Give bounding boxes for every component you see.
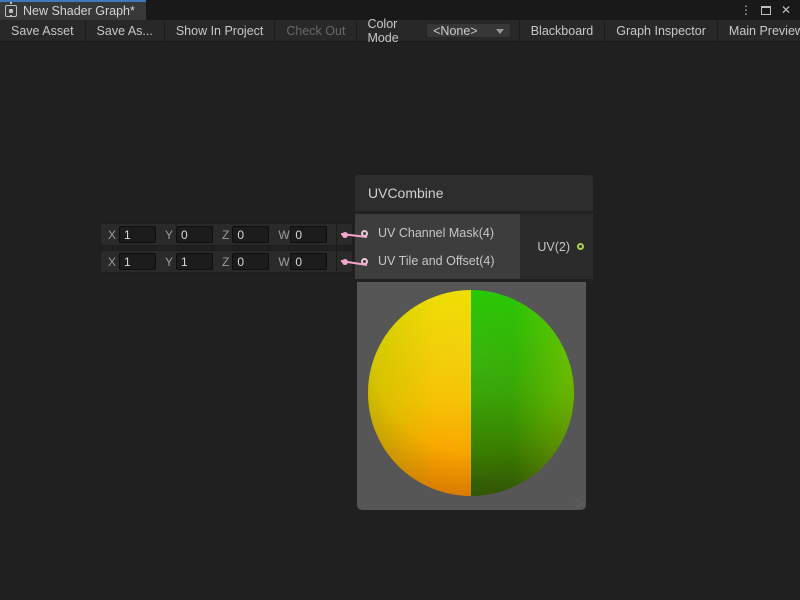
toolbar-right-group: Color Mode <None> Blackboard Graph Inspe… (357, 20, 800, 41)
sphere-shading-overlay (368, 290, 574, 496)
vector1-y-field[interactable] (176, 226, 213, 243)
input-port-icon-uv-channel-mask[interactable] (361, 230, 368, 237)
chevron-down-icon (496, 29, 504, 34)
vector2-output-port[interactable] (336, 251, 352, 272)
color-mode-selected-value: <None> (433, 24, 477, 38)
graph-inspector-toggle-button[interactable]: Graph Inspector (604, 20, 717, 41)
axis-label-w: W (278, 228, 287, 242)
node-input-section: UV Channel Mask(4) UV Tile and Offset(4) (355, 214, 520, 279)
node-title: UVCombine (368, 185, 443, 201)
tab-title: New Shader Graph* (23, 4, 135, 18)
tab-new-shader-graph[interactable]: New Shader Graph* (0, 0, 146, 20)
vector2-y-field[interactable] (176, 253, 213, 270)
axis-label-y: Y (165, 228, 173, 242)
input-port-label: UV Channel Mask(4) (378, 226, 494, 240)
color-mode-label: Color Mode (357, 20, 426, 41)
maximize-icon[interactable] (758, 2, 774, 18)
port-dot-icon (342, 259, 348, 265)
vector2-w-field[interactable] (290, 253, 327, 270)
vector1-output-port[interactable] (336, 224, 352, 245)
axis-label-w: W (278, 255, 287, 269)
input-port-row: UV Tile and Offset(4) (355, 247, 520, 275)
axis-label-z: Z (222, 228, 229, 242)
main-preview-toggle-button[interactable]: Main Preview (717, 20, 800, 41)
shader-graph-toolbar: Save Asset Save As... Show In Project Ch… (0, 20, 800, 42)
axis-label-z: Z (222, 255, 229, 269)
input-port-row: UV Channel Mask(4) (355, 219, 520, 247)
input-port-icon-uv-tile-offset[interactable] (361, 258, 368, 265)
vector2-x-field[interactable] (119, 253, 156, 270)
input-port-label: UV Tile and Offset(4) (378, 254, 495, 268)
vector2-z-field[interactable] (232, 253, 269, 270)
preview-resize-handle[interactable] (575, 499, 584, 508)
vector1-w-field[interactable] (290, 226, 327, 243)
graph-canvas[interactable]: X Y Z W X Y Z W UVCombine UV Channel Mas… (0, 42, 800, 599)
axis-label-x: X (108, 228, 116, 242)
vector1-z-field[interactable] (232, 226, 269, 243)
vector4-input-row-1: X Y Z W (100, 223, 353, 246)
blackboard-toggle-button[interactable]: Blackboard (519, 20, 605, 41)
show-in-project-button[interactable]: Show In Project (165, 20, 276, 41)
color-mode-dropdown[interactable]: <None> (426, 23, 511, 38)
check-out-button[interactable]: Check Out (275, 20, 357, 41)
port-dot-icon (342, 232, 348, 238)
window-menu-icon[interactable]: ⋮ (738, 2, 754, 18)
node-title-bar[interactable]: UVCombine (355, 175, 593, 214)
node-port-area: UV Channel Mask(4) UV Tile and Offset(4)… (355, 214, 593, 279)
save-as-button[interactable]: Save As... (86, 20, 165, 41)
axis-label-x: X (108, 255, 116, 269)
shader-preview-sphere (368, 290, 574, 496)
vector4-input-row-2: X Y Z W (100, 250, 353, 273)
node-preview-panel (357, 282, 586, 510)
output-port-icon-uv2[interactable] (577, 243, 584, 250)
close-icon[interactable]: ✕ (778, 2, 794, 18)
save-asset-button[interactable]: Save Asset (0, 20, 86, 41)
node-output-section: UV(2) (520, 214, 593, 279)
node-uvcombine[interactable]: UVCombine UV Channel Mask(4) UV Tile and… (355, 175, 593, 279)
axis-label-y: Y (165, 255, 173, 269)
maximize-glyph (761, 6, 771, 15)
vector1-x-field[interactable] (119, 226, 156, 243)
shader-graph-asset-icon (5, 5, 17, 17)
window-controls: ⋮ ✕ (738, 0, 800, 20)
output-port-label: UV(2) (537, 240, 570, 254)
